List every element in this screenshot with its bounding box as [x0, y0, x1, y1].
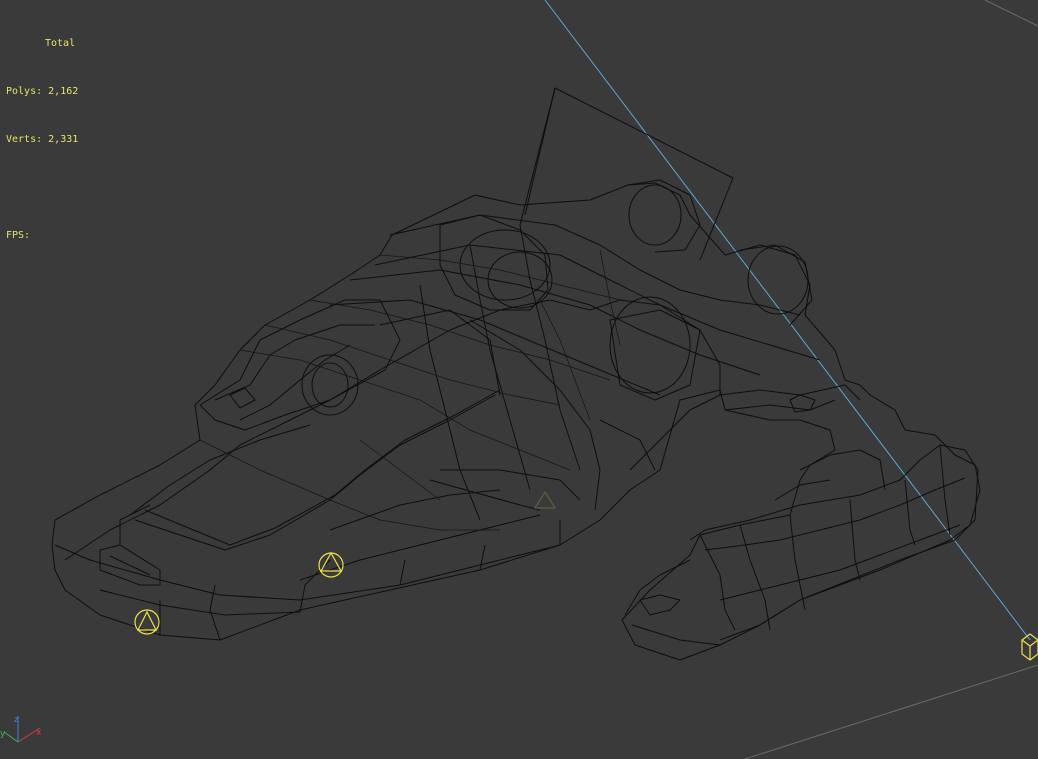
dummy-helper-nose[interactable] — [134, 609, 160, 635]
viewport-statistics: Total Polys: 2,162 Verts: 2,331 FPS: — [6, 4, 78, 276]
polys-row: Polys: 2,162 — [6, 84, 78, 100]
dummy-helper-center[interactable] — [534, 491, 556, 509]
y-axis-line — [3, 731, 19, 743]
polys-label: Polys: — [6, 86, 43, 97]
viewport-perspective[interactable]: x y z Total Polys: 2,162 Verts: 2,331 FP… — [0, 0, 1038, 759]
y-axis-label: y — [0, 729, 6, 739]
verts-label: Verts: — [6, 134, 43, 145]
z-axis-label: z — [14, 715, 19, 725]
verts-value: 2,331 — [48, 134, 79, 145]
box-helper[interactable] — [1021, 633, 1038, 661]
light-target-line — [544, 0, 1031, 641]
spaceship-wireframe-model[interactable] — [51, 87, 981, 661]
polys-value: 2,162 — [48, 86, 79, 97]
fps-label: FPS: — [6, 230, 31, 241]
viewport-canvas[interactable]: x y z — [0, 0, 1038, 759]
axis-gizmo: x y z — [0, 715, 42, 743]
dummy-helper-left[interactable] — [318, 551, 344, 578]
x-axis-label: x — [36, 728, 42, 738]
stats-header: Total — [45, 38, 76, 49]
fps-row: FPS: — [6, 228, 78, 244]
verts-row: Verts: 2,331 — [6, 132, 78, 148]
stats-spacer — [6, 180, 78, 196]
home-grid — [744, 0, 1038, 759]
